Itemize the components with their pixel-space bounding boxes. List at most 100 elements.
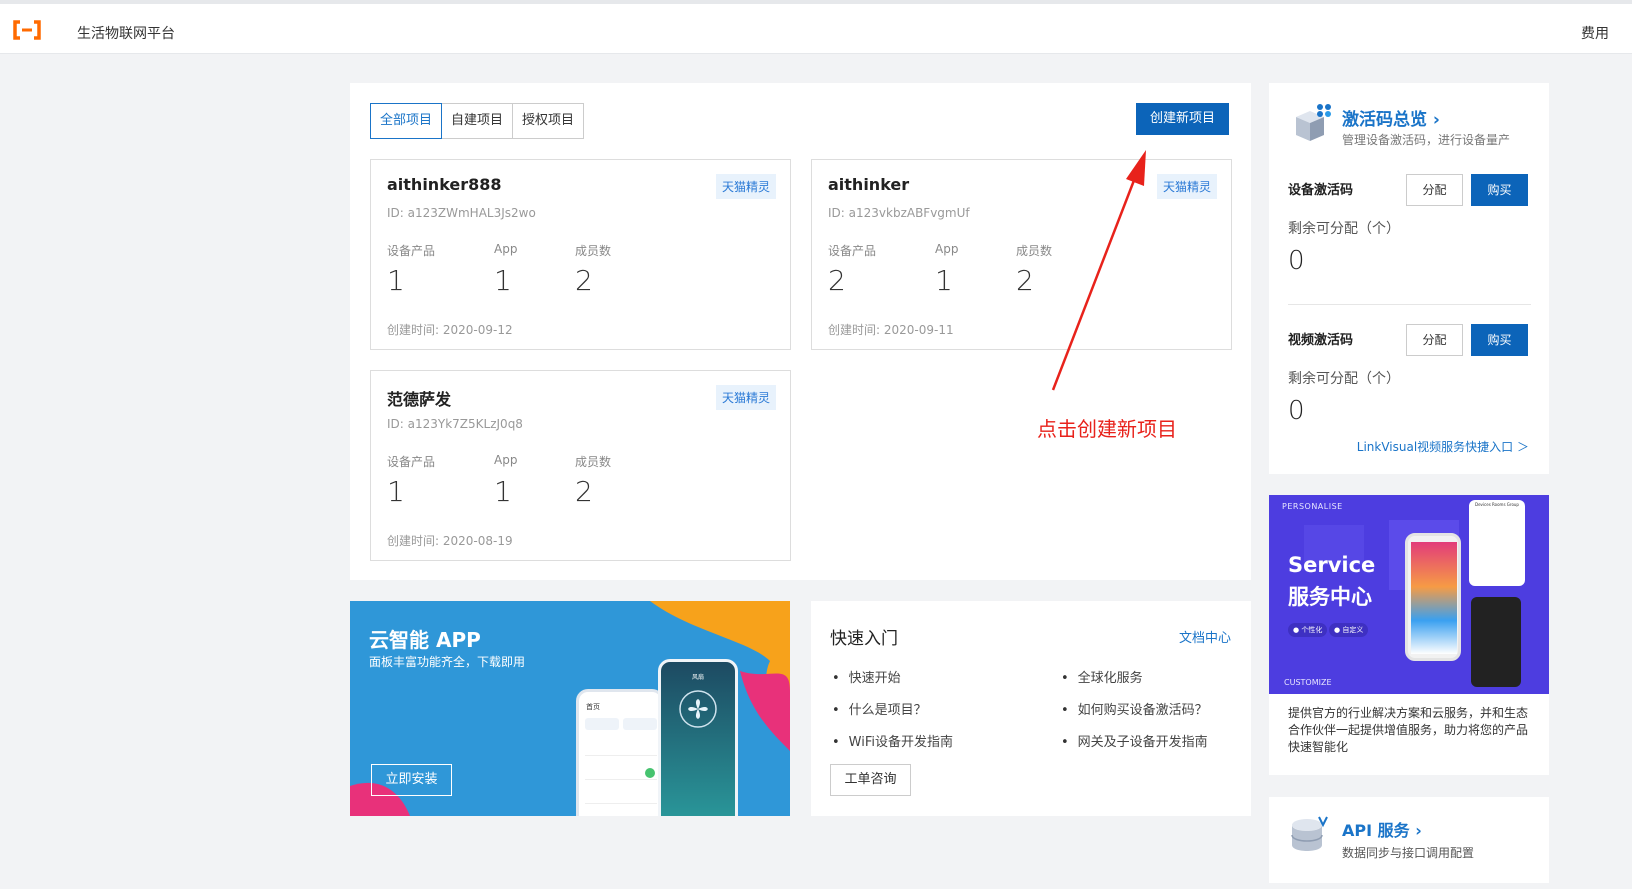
stat-value-members: 2	[575, 264, 593, 297]
database-icon	[1291, 816, 1328, 851]
service-banner: PERSONALISE Service 服务中心 ● 个性化 ● 自定义 CUS…	[1269, 495, 1549, 694]
video-remain-value: 0	[1288, 396, 1305, 426]
device-buy-button[interactable]: 购买	[1471, 174, 1528, 206]
stat-value-products: 1	[387, 475, 405, 508]
phone-mockup-home: 首页	[576, 689, 664, 816]
service-zh-title: 服务中心	[1288, 585, 1372, 609]
fee-link[interactable]: 费用	[1581, 23, 1609, 43]
platform-tag: 天猫精灵	[715, 385, 776, 410]
chip-custom: ● 自定义	[1329, 623, 1369, 637]
quick-link[interactable]: WiFi设备开发指南	[832, 731, 953, 750]
project-name[interactable]: 范德萨发	[387, 386, 451, 410]
divider	[1288, 304, 1531, 305]
stat-value-app: 1	[494, 475, 512, 508]
api-service-title[interactable]: API 服务 ›	[1342, 817, 1422, 841]
project-name[interactable]: aithinker888	[387, 175, 502, 194]
stat-label-products: 设备产品	[387, 455, 436, 469]
personalise-label: PERSONALISE	[1282, 502, 1343, 511]
phone-mockup-apps	[1405, 533, 1461, 661]
phone-row	[585, 718, 619, 730]
activation-overview-title[interactable]: 激活码总览 ›	[1342, 105, 1440, 130]
project-id: ID: a123ZWmHAL3Js2wo	[387, 206, 536, 220]
top-bar: 生活物联网平台 费用	[0, 0, 1632, 54]
linkvisual-link[interactable]: LinkVisual视频服务快捷入口 ＞	[1357, 438, 1529, 455]
dot-icon: ●	[1334, 626, 1341, 634]
project-card[interactable]: aithinker888 天猫精灵 ID: a123ZWmHAL3Js2wo 设…	[370, 159, 791, 350]
video-buy-button[interactable]: 购买	[1471, 324, 1528, 356]
create-project-button[interactable]: 创建新项目	[1136, 103, 1229, 135]
project-name[interactable]: aithinker	[828, 175, 909, 194]
app-banner: 云智能 APP 面板丰富功能齐全，下载即用 立即安装 首页 风扇	[350, 601, 790, 816]
phone-row	[623, 718, 657, 730]
project-tabs: 全部项目 自建项目 授权项目	[370, 103, 585, 139]
stat-label-app: App	[935, 242, 959, 256]
stat-value-members: 2	[575, 475, 593, 508]
chevron-right-icon: ›	[1415, 821, 1422, 840]
stat-label-products: 设备产品	[387, 244, 436, 258]
phone-row	[585, 740, 657, 756]
chip-personal: ● 个性化	[1288, 623, 1328, 637]
device-remain-label: 剩余可分配（个）	[1288, 221, 1400, 237]
stat-value-products: 2	[828, 264, 846, 297]
activation-overview-subtitle: 管理设备激活码，进行设备量产	[1342, 133, 1511, 147]
app-banner-title: 云智能 APP	[369, 628, 481, 652]
dot-icon: ●	[1293, 626, 1300, 634]
platform-tag: 天猫精灵	[1156, 174, 1217, 199]
quick-link[interactable]: 快速开始	[832, 667, 901, 686]
api-service-subtitle: 数据同步与接口调用配置	[1342, 846, 1475, 860]
quick-link[interactable]: 如何购买设备激活码？	[1061, 699, 1208, 718]
created-time: 创建时间: 2020-09-11	[828, 323, 954, 337]
service-center-card[interactable]: PERSONALISE Service 服务中心 ● 个性化 ● 自定义 CUS…	[1269, 495, 1549, 775]
api-service-card: API 服务 › 数据同步与接口调用配置	[1269, 797, 1549, 883]
tab-authorized-projects[interactable]: 授权项目	[512, 103, 585, 139]
app-banner-subtitle: 面板丰富功能齐全，下载即用	[369, 655, 526, 669]
quick-start-panel: 快速入门 文档中心 快速开始 什么是项目？ WiFi设备开发指南 全球化服务 如…	[811, 601, 1251, 816]
phone-mockup-dark	[1471, 597, 1521, 687]
stat-value-app: 1	[494, 264, 512, 297]
created-time: 创建时间: 2020-08-19	[387, 534, 513, 548]
ticket-button[interactable]: 工单咨询	[830, 764, 911, 796]
project-card[interactable]: 范德萨发 天猫精灵 ID: a123Yk7Z5KLzJ0q8 设备产品 App …	[370, 370, 791, 561]
aliyun-logo-icon[interactable]	[12, 20, 42, 40]
project-id: ID: a123Yk7Z5KLzJ0q8	[387, 417, 523, 431]
platform-tag: 天猫精灵	[715, 174, 776, 199]
quick-link[interactable]: 什么是项目？	[832, 699, 927, 718]
chevron-right-icon: ›	[1432, 110, 1440, 130]
platform-name[interactable]: 生活物联网平台	[77, 23, 175, 43]
tab-own-projects[interactable]: 自建项目	[441, 103, 514, 139]
stat-label-members: 成员数	[575, 455, 612, 469]
stat-label-products: 设备产品	[828, 244, 877, 258]
quick-link[interactable]: 网关及子设备开发指南	[1061, 731, 1208, 750]
phone-mockup-fan: 风扇	[658, 659, 738, 816]
project-id: ID: a123vkbzABFvgmUf	[828, 206, 970, 220]
doc-center-link[interactable]: 文档中心	[1179, 627, 1231, 646]
stat-label-app: App	[494, 453, 518, 467]
project-card[interactable]: aithinker 天猫精灵 ID: a123vkbzABFvgmUf 设备产品…	[811, 159, 1232, 350]
stat-label-app: App	[494, 242, 518, 256]
activation-panel: 激活码总览 › 管理设备激活码，进行设备量产 设备激活码 分配 购买 剩余可分配…	[1269, 83, 1549, 474]
stat-label-members: 成员数	[575, 244, 612, 258]
fan-icon	[679, 690, 717, 728]
quick-start-title: 快速入门	[830, 629, 898, 649]
device-remain-value: 0	[1288, 246, 1305, 276]
mock-tabs: Devices Rooms Group	[1475, 502, 1519, 507]
app-grid	[1411, 542, 1457, 654]
video-code-label: 视频激活码	[1288, 333, 1354, 348]
install-button[interactable]: 立即安装	[371, 764, 452, 796]
stat-value-app: 1	[935, 264, 953, 297]
cube-icon	[1296, 104, 1331, 141]
video-assign-button[interactable]: 分配	[1406, 324, 1463, 356]
annotation-arrow-icon	[1051, 150, 1146, 391]
phone-mockup-list: Devices Rooms Group	[1469, 500, 1525, 586]
device-assign-button[interactable]: 分配	[1406, 174, 1463, 206]
phone2-header: 风扇	[691, 674, 704, 681]
stat-value-members: 2	[1016, 264, 1034, 297]
device-code-label: 设备激活码	[1288, 183, 1354, 198]
quick-link[interactable]: 全球化服务	[1061, 667, 1143, 686]
phone-header: 首页	[586, 703, 600, 711]
created-time: 创建时间: 2020-09-12	[387, 323, 513, 337]
video-remain-label: 剩余可分配（个）	[1288, 371, 1400, 387]
tab-all-projects[interactable]: 全部项目	[370, 103, 443, 139]
phone-row	[585, 788, 657, 804]
annotation-text: 点击创建新项目	[1037, 417, 1177, 441]
